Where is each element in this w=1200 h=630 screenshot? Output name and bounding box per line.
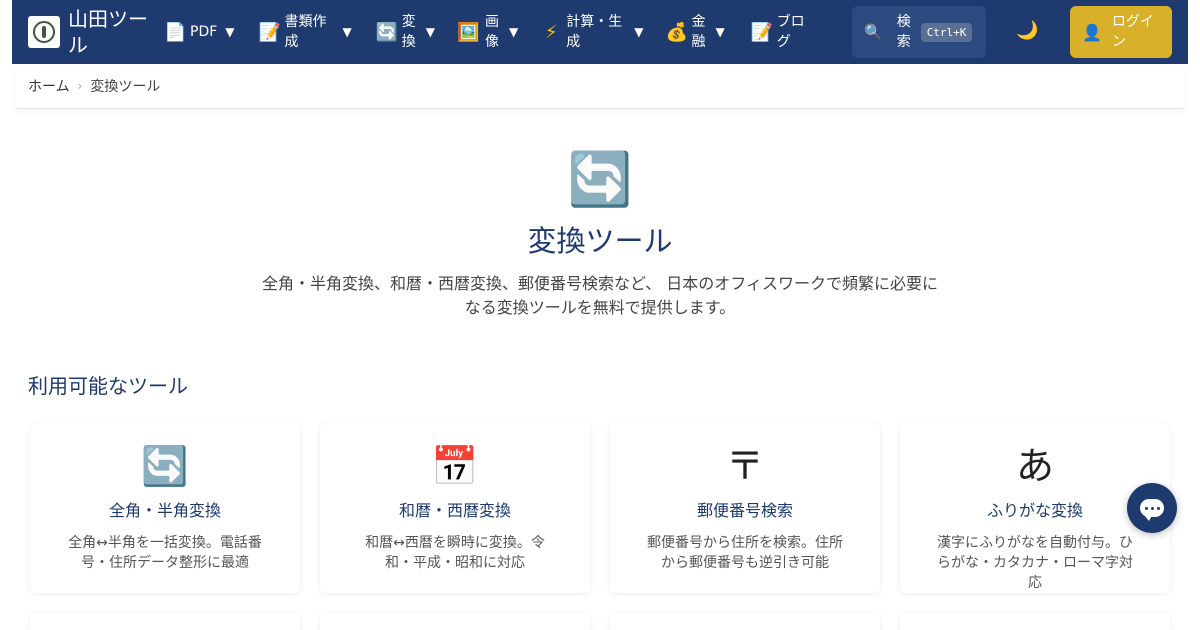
search-icon: 🔍: [864, 23, 883, 41]
tool-card-description: 和暦↔西暦を瞬時に変換。令和・平成・昭和に対応: [365, 535, 545, 571]
hiragana-icon: あ: [1015, 444, 1054, 488]
shortcut-badge: Ctrl+K: [920, 22, 973, 42]
chat-button[interactable]: [1127, 483, 1177, 533]
postal-mark-icon: 〒: [725, 444, 764, 488]
breadcrumb: ホーム › 変換ツール: [16, 64, 1184, 109]
page-title: 変換ツール: [527, 224, 673, 258]
document-icon: 📄: [164, 21, 187, 43]
search-button[interactable]: 🔍 検索 Ctrl+K: [852, 6, 986, 58]
nav-label: PDF: [190, 24, 218, 40]
main-nav: 📄 PDF ▼ 📝 書類作成 ▼ 🔄 変換 ▼ 🖼️ 画像 ▼ ⚡ 計算・生成 …: [158, 0, 809, 64]
section-title: 利用可能なツール: [28, 374, 188, 398]
caret-down-icon: ▼: [425, 25, 435, 39]
breadcrumb-separator: ›: [77, 79, 83, 93]
nav-label: 画像: [484, 14, 499, 50]
nav-item-documents[interactable]: 📝 書類作成 ▼: [259, 0, 352, 64]
chat-bubble-icon: [1140, 499, 1164, 521]
nav-label: 計算・生成: [566, 14, 623, 50]
tool-card-title: 郵便番号検索: [696, 501, 793, 520]
site-header: 山田ツール 📄 PDF ▼ 📝 書類作成 ▼ 🔄 変換 ▼ 🖼️ 画像 ▼ ⚡ …: [12, 0, 1188, 64]
money-bag-icon: 💰: [665, 21, 688, 43]
brand-link[interactable]: 山田ツール: [28, 6, 158, 58]
caret-down-icon: ▼: [225, 25, 235, 39]
lightning-icon: ⚡: [544, 21, 558, 43]
nav-label: 金融: [691, 14, 706, 50]
memo-icon: 📝: [750, 21, 774, 43]
tool-card[interactable]: [900, 613, 1170, 630]
login-button[interactable]: 👤 ログイン: [1070, 6, 1172, 58]
breadcrumb-current: 変換ツール: [90, 79, 161, 95]
brand-name: 山田ツール: [68, 7, 148, 57]
moon-icon[interactable]: 🌙: [1016, 20, 1038, 41]
tool-card-title: 全角・半角変換: [108, 501, 221, 520]
nav-item-calc[interactable]: ⚡ 計算・生成 ▼: [540, 0, 644, 64]
tool-card-description: 漢字にふりがなを自動付与。ひらがな・カタカナ・ローマ字対応: [937, 535, 1133, 591]
memo-icon: 📝: [258, 21, 281, 43]
user-icon: 👤: [1082, 22, 1102, 42]
nav-label: 書類作成: [284, 14, 327, 50]
login-label: ログイン: [1111, 14, 1154, 50]
nav-label: ブログ: [776, 14, 805, 50]
breadcrumb-home[interactable]: ホーム: [28, 76, 70, 96]
tool-card-title: 和暦・西暦変換: [398, 501, 511, 520]
caret-down-icon: ▼: [508, 25, 519, 39]
nav-item-blog[interactable]: 📝 ブログ: [751, 0, 809, 64]
convert-icon: 🔄: [567, 150, 633, 210]
brand-logo: [28, 16, 60, 48]
tool-card-description: 郵便番号から住所を検索。住所から郵便番号も逆引き可能: [647, 535, 843, 571]
calendar-icon: 📅: [431, 444, 479, 488]
tool-card-postal[interactable]: 〒 郵便番号検索 郵便番号から住所を検索。住所から郵便番号も逆引き可能: [610, 423, 880, 593]
nav-label: 変換: [401, 14, 416, 50]
image-icon: 🖼️: [456, 21, 480, 43]
page-description: 全角・半角変換、和暦・西暦変換、郵便番号検索など、 日本のオフィスワークで頻繁に…: [262, 274, 938, 317]
nav-item-pdf[interactable]: 📄 PDF ▼: [164, 0, 235, 64]
tool-card-zenkaku[interactable]: 🔄 全角・半角変換 全角↔半角を一括変換。電話番号・住所データ整形に最適: [30, 423, 300, 593]
caret-down-icon: ▼: [634, 25, 644, 39]
tool-card[interactable]: [320, 613, 590, 630]
tool-card-description: 全角↔半角を一括変換。電話番号・住所データ整形に最適: [68, 535, 262, 571]
convert-icon: 🔄: [141, 444, 189, 488]
caret-down-icon: ▼: [715, 25, 725, 39]
convert-icon: 🔄: [375, 21, 399, 43]
tool-card[interactable]: [610, 613, 880, 630]
nav-item-finance[interactable]: 💰 金融 ▼: [665, 0, 724, 64]
search-label: 検索: [896, 14, 911, 50]
caret-down-icon: ▼: [342, 25, 352, 39]
nav-item-image[interactable]: 🖼️ 画像 ▼: [457, 0, 518, 64]
tool-card[interactable]: [30, 613, 300, 630]
nav-item-convert[interactable]: 🔄 変換 ▼: [376, 0, 435, 64]
tool-card-wareki[interactable]: 📅 和暦・西暦変換 和暦↔西暦を瞬時に変換。令和・平成・昭和に対応: [320, 423, 590, 593]
